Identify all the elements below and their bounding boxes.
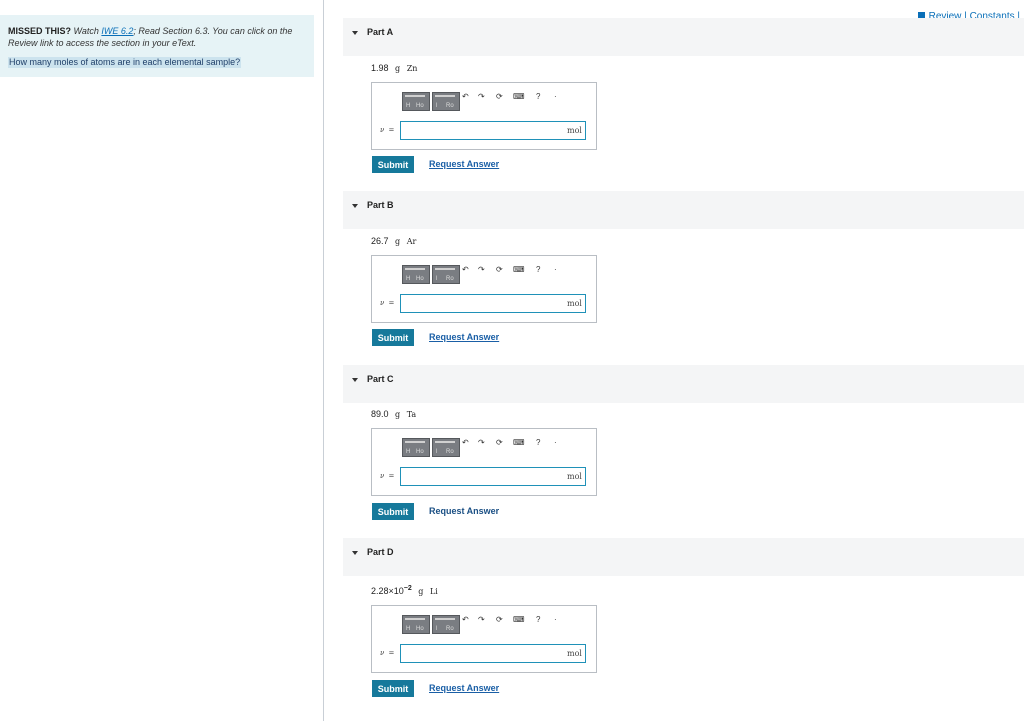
caret-down-icon[interactable] [352, 204, 358, 208]
templates-button[interactable]: H Ho [402, 265, 430, 284]
part-d-answer-input[interactable] [400, 644, 586, 663]
part-a-submit-button[interactable]: Submit [372, 156, 414, 173]
part-b-answer-box: H Ho l Ro ↶ ↷ ⟳ ⌨ ? · ν = mol [371, 255, 597, 323]
caret-down-icon[interactable] [352, 31, 358, 35]
templates-button[interactable]: H Ho [402, 438, 430, 457]
part-a-prompt: 1.98 g Zn [371, 63, 417, 73]
part-c-submit-button[interactable]: Submit [372, 503, 414, 520]
help-icon[interactable]: ? [536, 91, 540, 103]
part-d-exponent: −2 [403, 585, 412, 592]
more-icon[interactable]: · [554, 264, 557, 276]
part-a-request-answer-link[interactable]: Request Answer [429, 159, 499, 169]
missed-this-panel: MISSED THIS? Watch IWE 6.2; Read Section… [0, 15, 314, 77]
answer-unit: mol [567, 472, 582, 481]
part-d-element: Li [429, 587, 438, 596]
part-a-header[interactable]: Part A [343, 18, 1024, 56]
iwe-link[interactable]: IWE 6.2 [101, 26, 133, 36]
caret-down-icon[interactable] [352, 378, 358, 382]
more-icon[interactable]: · [554, 614, 557, 626]
reset-icon[interactable]: ⟳ [496, 91, 503, 103]
part-b-submit-button[interactable]: Submit [372, 329, 414, 346]
templates-button[interactable]: H Ho [402, 615, 430, 634]
keyboard-icon[interactable]: ⌨ [513, 91, 525, 103]
more-icon[interactable]: · [554, 437, 557, 449]
part-d-submit-button[interactable]: Submit [372, 680, 414, 697]
part-b-answer-input[interactable] [400, 294, 586, 313]
part-a-element: Zn [406, 64, 418, 73]
part-c-prompt: 89.0 g Ta [371, 409, 416, 419]
redo-icon[interactable]: ↷ [478, 614, 485, 626]
part-b-unit: g [395, 237, 401, 246]
panel-divider [323, 0, 324, 721]
part-a-title: Part A [367, 27, 394, 37]
keyboard-icon[interactable]: ⌨ [513, 437, 525, 449]
part-d-unit: g [418, 587, 424, 596]
answer-unit: mol [567, 299, 582, 308]
variable-label: ν = [380, 472, 395, 480]
undo-icon[interactable]: ↶ [462, 614, 469, 626]
part-a-amount: 1.98 [371, 63, 389, 73]
redo-icon[interactable]: ↷ [478, 437, 485, 449]
undo-icon[interactable]: ↶ [462, 264, 469, 276]
part-d-amount: 2.28×10 [371, 586, 404, 596]
symbols-button[interactable]: l Ro [432, 92, 460, 111]
part-d-prompt: 2.28×10−2 g Li [371, 585, 438, 596]
part-b-prompt: 26.7 g Ar [371, 236, 416, 246]
part-c-amount: 89.0 [371, 409, 389, 419]
part-a-answer-box: H Ho l Ro ↶ ↷ ⟳ ⌨ ? · ν = mol [371, 82, 597, 150]
reset-icon[interactable]: ⟳ [496, 437, 503, 449]
part-b-title: Part B [367, 200, 394, 210]
help-icon[interactable]: ? [536, 264, 540, 276]
part-c-unit: g [395, 410, 401, 419]
answer-unit: mol [567, 649, 582, 658]
part-a-unit: g [395, 64, 401, 73]
part-c-request-answer-link[interactable]: Request Answer [429, 506, 499, 516]
part-d-title: Part D [367, 547, 394, 557]
undo-icon[interactable]: ↶ [462, 437, 469, 449]
part-b-header[interactable]: Part B [343, 191, 1024, 229]
part-c-header[interactable]: Part C [343, 365, 1024, 403]
symbols-button[interactable]: l Ro [432, 438, 460, 457]
keyboard-icon[interactable]: ⌨ [513, 614, 525, 626]
variable-label: ν = [380, 126, 395, 134]
math-toolbar: H Ho l Ro ↶ ↷ ⟳ ⌨ ? · [402, 91, 594, 111]
undo-icon[interactable]: ↶ [462, 91, 469, 103]
math-toolbar: H Ho l Ro ↶ ↷ ⟳ ⌨ ? · [402, 614, 594, 634]
part-c-answer-input[interactable] [400, 467, 586, 486]
part-c-element: Ta [406, 410, 417, 419]
part-d-answer-box: H Ho l Ro ↶ ↷ ⟳ ⌨ ? · ν = mol [371, 605, 597, 673]
variable-label: ν = [380, 649, 395, 657]
templates-button[interactable]: H Ho [402, 92, 430, 111]
symbols-button[interactable]: l Ro [432, 615, 460, 634]
redo-icon[interactable]: ↷ [478, 264, 485, 276]
more-icon[interactable]: · [554, 91, 557, 103]
part-b-element: Ar [406, 237, 417, 246]
math-toolbar: H Ho l Ro ↶ ↷ ⟳ ⌨ ? · [402, 437, 594, 457]
keyboard-icon[interactable]: ⌨ [513, 264, 525, 276]
part-c-title: Part C [367, 374, 394, 384]
part-b-amount: 26.7 [371, 236, 389, 246]
math-toolbar: H Ho l Ro ↶ ↷ ⟳ ⌨ ? · [402, 264, 594, 284]
symbols-button[interactable]: l Ro [432, 265, 460, 284]
question-text: How many moles of atoms are in each elem… [8, 57, 242, 68]
watch-text: Watch [73, 26, 99, 36]
caret-down-icon[interactable] [352, 551, 358, 555]
part-b-request-answer-link[interactable]: Request Answer [429, 332, 499, 342]
reset-icon[interactable]: ⟳ [496, 614, 503, 626]
part-c-answer-box: H Ho l Ro ↶ ↷ ⟳ ⌨ ? · ν = mol [371, 428, 597, 496]
missed-this-text: MISSED THIS? Watch IWE 6.2; Read Section… [8, 25, 308, 49]
part-d-header[interactable]: Part D [343, 538, 1024, 576]
help-icon[interactable]: ? [536, 614, 540, 626]
reset-icon[interactable]: ⟳ [496, 264, 503, 276]
answer-unit: mol [567, 126, 582, 135]
variable-label: ν = [380, 299, 395, 307]
part-d-request-answer-link[interactable]: Request Answer [429, 683, 499, 693]
help-icon[interactable]: ? [536, 437, 540, 449]
missed-this-label: MISSED THIS? [8, 26, 72, 36]
part-a-answer-input[interactable] [400, 121, 586, 140]
redo-icon[interactable]: ↷ [478, 91, 485, 103]
